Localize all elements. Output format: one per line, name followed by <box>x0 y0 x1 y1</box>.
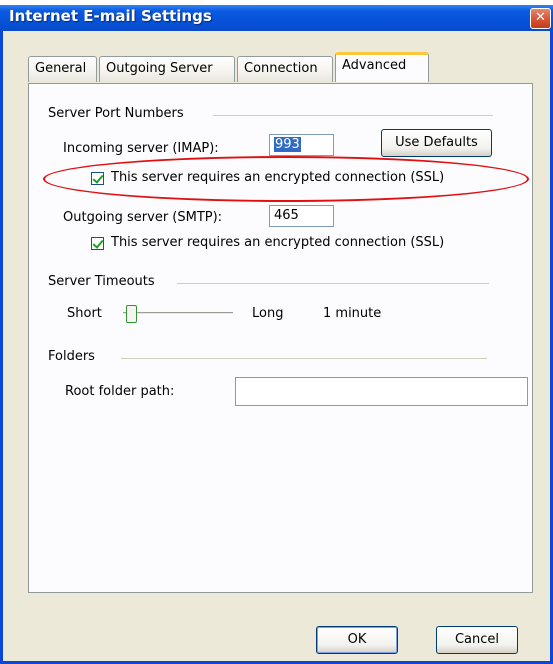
tab-connection[interactable]: Connection <box>237 56 333 82</box>
ok-button[interactable]: OK <box>316 626 398 654</box>
background-window-strip <box>0 0 553 5</box>
use-defaults-button[interactable]: Use Defaults <box>381 129 492 157</box>
outgoing-ssl-checkbox[interactable] <box>91 237 104 250</box>
group-label-server-ports: Server Port Numbers <box>48 106 184 121</box>
timeout-value: 1 minute <box>323 306 382 321</box>
root-folder-label: Root folder path: <box>65 384 175 399</box>
timeout-slider-thumb[interactable] <box>126 305 137 323</box>
outgoing-port-input[interactable]: 465 <box>269 205 334 227</box>
outgoing-ssl-label: This server requires an encrypted connec… <box>111 235 445 250</box>
incoming-server-label: Incoming server (IMAP): <box>63 141 219 156</box>
tab-advanced[interactable]: Advanced <box>335 52 429 82</box>
outgoing-server-label: Outgoing server (SMTP): <box>63 210 223 225</box>
incoming-port-value: 993 <box>274 137 301 152</box>
timeout-slider-track[interactable] <box>123 312 233 315</box>
incoming-port-input[interactable]: 993 <box>269 134 334 156</box>
group-label-server-timeouts: Server Timeouts <box>48 274 155 289</box>
tab-outgoing-server[interactable]: Outgoing Server <box>99 56 235 82</box>
root-folder-input[interactable] <box>235 377 528 406</box>
group-divider <box>121 358 487 359</box>
title-bar[interactable]: Internet E-mail Settings ✕ <box>0 0 553 31</box>
close-icon: ✕ <box>535 10 546 25</box>
group-divider <box>177 283 489 284</box>
tab-general[interactable]: General <box>28 56 97 82</box>
timeout-short-label: Short <box>67 306 102 321</box>
timeout-long-label: Long <box>252 306 284 321</box>
dialog-window: Internet E-mail Settings ✕ Server Port N… <box>0 0 553 664</box>
close-button[interactable]: ✕ <box>530 8 551 29</box>
group-divider <box>213 115 493 116</box>
cancel-button[interactable]: Cancel <box>436 626 518 654</box>
window-title: Internet E-mail Settings <box>9 7 212 25</box>
outgoing-port-value: 465 <box>274 208 299 223</box>
highlight-annotation <box>43 156 529 202</box>
group-label-folders: Folders <box>48 349 95 364</box>
